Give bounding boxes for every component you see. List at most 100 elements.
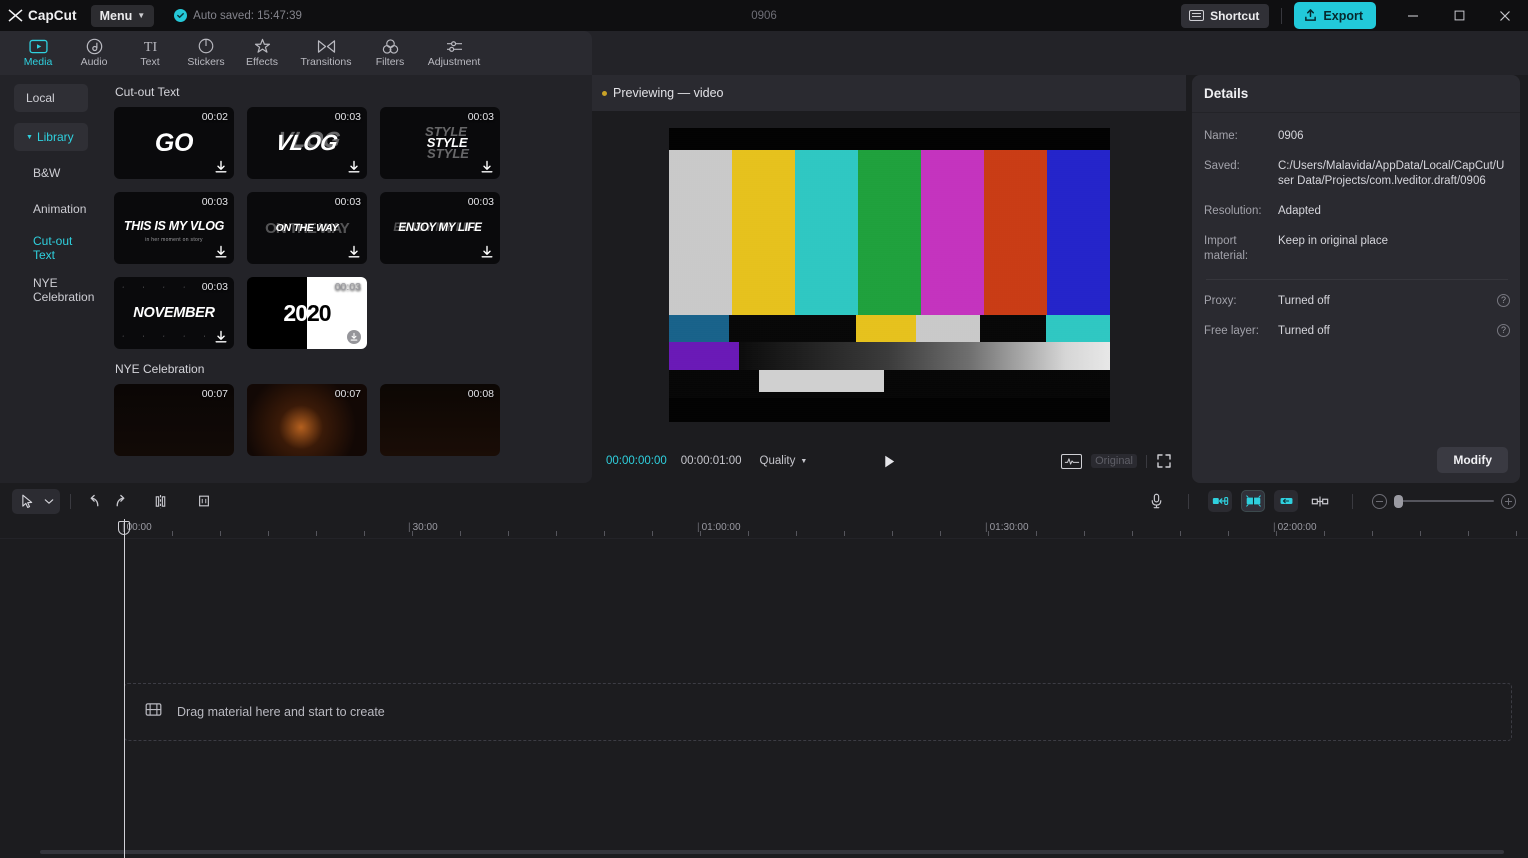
download-icon[interactable] [480,245,494,259]
microphone-button[interactable] [1143,489,1169,513]
zoom-slider-thumb[interactable] [1394,495,1403,508]
audio-icon [86,38,103,55]
playhead[interactable] [124,519,125,858]
download-icon[interactable] [480,160,494,174]
media-browser[interactable]: Cut-out Text GO 00:02 VLOG VLOG 00:03 [102,75,592,483]
select-tool-group[interactable] [12,489,60,514]
fit-left-button[interactable] [1208,490,1232,512]
sidebar-item-cut-out-text[interactable]: Cut-out Text [7,234,95,262]
timeline-panel: 00:00 30:00 01:00:00 01:30:00 02:00:00 D… [0,483,1528,858]
section-title-cutout: Cut-out Text [115,85,578,99]
help-icon[interactable]: ? [1497,324,1510,337]
download-icon[interactable] [347,160,361,174]
close-button[interactable] [1482,0,1528,31]
detail-key: Import material: [1204,234,1278,264]
media-card[interactable]: 00:07 [114,384,234,456]
scope-icon[interactable] [1061,454,1082,469]
drop-material-zone[interactable]: Drag material here and start to create [124,683,1512,741]
mirror-split-button[interactable] [1307,489,1333,513]
media-card-selected[interactable]: 2020 00:03 [247,277,367,349]
sidebar-item-library[interactable]: ▼ Library [14,123,88,151]
media-card[interactable]: STYLE STYLE STYLE 00:03 [380,107,500,179]
check-circle-icon [174,9,187,22]
player-right-group: Original [1061,453,1172,469]
fullscreen-button[interactable] [1156,453,1172,469]
preview-header-label: Previewing — video [613,86,723,100]
ruler-tick [316,531,317,536]
details-body: Name: 0906 Saved: C:/Users/Malavida/AppD… [1192,113,1520,483]
delete-button[interactable] [191,489,217,513]
menu-button[interactable]: Menu ▼ [91,5,155,27]
tab-audio[interactable]: Audio [66,31,122,75]
preview-stage[interactable] [592,111,1186,439]
download-icon[interactable] [214,160,228,174]
video-canvas[interactable] [669,128,1110,422]
zoom-out-icon[interactable] [1372,494,1387,509]
tab-media[interactable]: Media [10,31,66,75]
media-card[interactable]: 00:07 [247,384,367,456]
zoom-slider-track[interactable] [1394,500,1494,502]
sidebar-item-animation[interactable]: Animation [7,198,95,220]
media-card[interactable]: VLOG VLOG 00:03 [247,107,367,179]
detail-row-import-material: Import material: Keep in original place [1204,234,1510,264]
media-card[interactable]: 00:08 [380,384,500,456]
media-card[interactable]: THIS IS MY VLOG in her moment on story 0… [114,192,234,264]
help-icon[interactable]: ? [1497,294,1510,307]
ruler-tick [364,531,365,536]
play-button[interactable] [876,448,902,474]
mirror-split-icon [1311,495,1329,508]
download-icon[interactable] [347,245,361,259]
fit-both-button[interactable] [1241,490,1265,512]
modify-button[interactable]: Modify [1437,447,1508,473]
tab-filters[interactable]: Filters [362,31,418,75]
media-card[interactable]: ON THE WAY ON THE WAY 00:03 [247,192,367,264]
download-icon[interactable] [214,245,228,259]
total-timecode: 00:00:01:00 [681,455,742,467]
ruler-tick [556,531,557,536]
fit-right-button[interactable] [1274,490,1298,512]
detail-key: Saved: [1204,159,1278,189]
sidebar-item-local[interactable]: Local [14,84,88,112]
maximize-button[interactable] [1436,0,1482,31]
autosave-text: Auto saved: 15:47:39 [193,10,302,22]
tab-text[interactable]: TI Text [122,31,178,75]
horizontal-scrollbar[interactable] [40,850,1504,854]
transitions-icon [317,38,336,55]
split-button[interactable] [147,489,173,513]
minimize-button[interactable] [1390,0,1436,31]
tab-stickers[interactable]: Stickers [178,31,234,75]
tool-dropdown-icon[interactable] [40,489,58,513]
sidebar-item-bw[interactable]: B&W [7,162,95,184]
zoom-in-icon[interactable] [1501,494,1516,509]
tab-effects[interactable]: Effects [234,31,290,75]
fullscreen-icon [1156,453,1172,469]
detail-value: Keep in original place [1278,234,1510,264]
media-card[interactable]: GO 00:02 [114,107,234,179]
download-icon[interactable] [347,330,361,344]
export-button[interactable]: Export [1294,2,1376,29]
quality-dropdown[interactable]: Quality ▼ [760,455,808,467]
undo-button[interactable] [81,489,107,513]
card-subcaption: in her moment on story [145,237,203,243]
detail-row-saved: Saved: C:/Users/Malavida/AppData/Local/C… [1204,159,1510,189]
timeline-tracks[interactable]: Drag material here and start to create [0,539,1528,858]
preview-panel: Previewing — video [592,75,1186,483]
detail-key: Resolution: [1204,204,1278,219]
playhead-grip[interactable] [118,521,130,535]
media-card[interactable]: ······ NOVEMBER ······ 00:03 [114,277,234,349]
select-tool-icon[interactable] [14,489,40,513]
download-icon[interactable] [214,330,228,344]
timeline-ruler[interactable]: 00:00 30:00 01:00:00 01:30:00 02:00:00 [0,519,1528,539]
original-badge[interactable]: Original [1091,454,1137,468]
shortcut-button[interactable]: Shortcut [1181,4,1269,28]
sidebar-item-nye-celebration[interactable]: NYE Celebration [7,276,95,304]
tab-label: Audio [81,57,108,68]
card-caption: NOVEMBER [133,305,214,321]
tab-adjustment[interactable]: Adjustment [418,31,490,75]
tab-transitions[interactable]: Transitions [290,31,362,75]
zoom-slider-group[interactable] [1372,494,1516,509]
chevron-down-icon: ▼ [800,458,807,465]
media-card[interactable]: ENJOY MY LIFE ENJOY MY LIFE 00:03 [380,192,500,264]
redo-button[interactable] [107,489,133,513]
card-caption: VLOG [274,130,340,156]
